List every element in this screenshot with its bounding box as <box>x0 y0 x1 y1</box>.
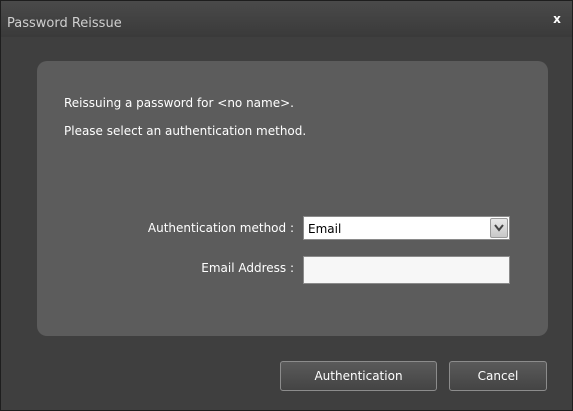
dropdown-button[interactable] <box>490 218 508 238</box>
authentication-method-select[interactable]: Email <box>303 216 510 240</box>
email-address-field[interactable] <box>303 256 510 284</box>
authentication-method-value: Email <box>308 222 342 236</box>
authentication-method-label: Authentication method : <box>147 221 294 235</box>
dialog-title: Password Reissue <box>7 16 122 31</box>
chevron-down-icon <box>494 224 504 232</box>
authentication-button[interactable]: Authentication <box>280 361 437 391</box>
reissue-message: Reissuing a password for <no name>. <box>64 96 294 110</box>
password-reissue-dialog: Password Reissue x Reissuing a password … <box>0 0 573 411</box>
close-icon[interactable]: x <box>550 12 564 26</box>
instruction-message: Please select an authentication method. <box>64 124 307 138</box>
email-address-label: Email Address : <box>201 261 294 275</box>
content-panel: Reissuing a password for <no name>. Plea… <box>37 61 548 336</box>
title-bar: Password Reissue x <box>1 1 572 37</box>
cancel-button[interactable]: Cancel <box>449 361 547 391</box>
